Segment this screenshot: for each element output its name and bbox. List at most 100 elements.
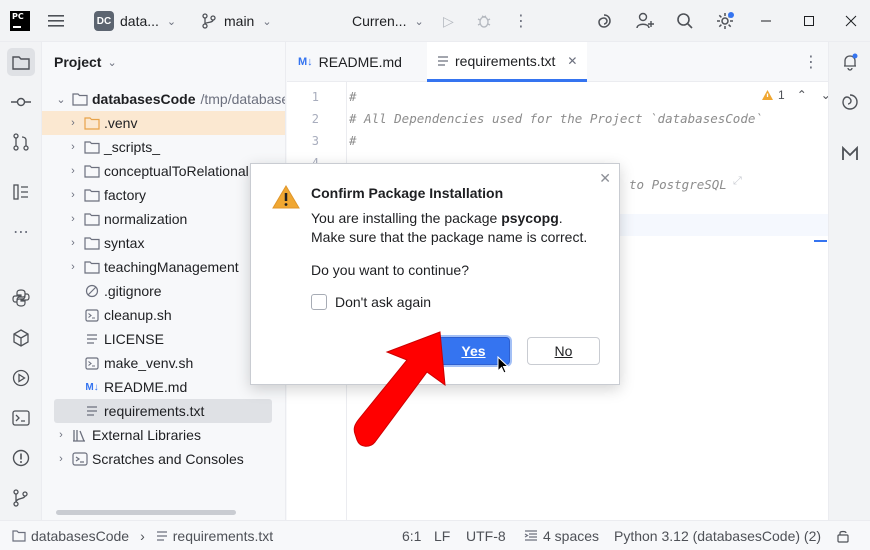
tree-item-label: make_venv.sh bbox=[104, 355, 194, 371]
tree-item-label: normalization bbox=[104, 211, 188, 227]
close-icon[interactable]: ✕ bbox=[599, 170, 611, 187]
folder-icon bbox=[12, 56, 30, 70]
markdown-icon: M↓ bbox=[298, 56, 313, 68]
indent-setting[interactable]: 4 spaces bbox=[524, 521, 599, 550]
tree-item[interactable]: requirements.txt bbox=[54, 399, 272, 423]
warning-count: 1 bbox=[778, 88, 785, 102]
pull-requests-tool-button[interactable] bbox=[7, 128, 35, 156]
branch-name: main bbox=[224, 13, 255, 29]
close-window-button[interactable] bbox=[845, 0, 857, 42]
project-selector[interactable]: DC data... ⌄ bbox=[94, 0, 176, 42]
link-icon: ⤢ bbox=[733, 175, 742, 187]
chevron-right-icon[interactable]: › bbox=[66, 237, 80, 249]
problems-tool-button[interactable] bbox=[7, 444, 35, 472]
chevron-right-icon[interactable]: › bbox=[66, 141, 80, 153]
pull-request-icon bbox=[13, 133, 29, 151]
maximize-button[interactable] bbox=[803, 0, 815, 42]
editor-tabs: M↓ README.md requirements.txt ✕ ⋮ bbox=[287, 42, 828, 82]
version-control-tool-button[interactable] bbox=[7, 484, 35, 512]
chevron-right-icon[interactable]: › bbox=[66, 165, 80, 177]
search-icon[interactable] bbox=[676, 0, 694, 42]
main-menu-button[interactable] bbox=[48, 0, 64, 42]
chevron-down-icon: ⌄ bbox=[166, 15, 177, 28]
services-icon bbox=[12, 369, 30, 387]
chevron-down-icon[interactable]: ⌄ bbox=[54, 93, 68, 106]
code-line[interactable]: # bbox=[349, 89, 357, 104]
settings-icon[interactable] bbox=[715, 0, 735, 42]
more-actions-icon[interactable]: ⋮ bbox=[513, 0, 529, 42]
code-line[interactable]: # bbox=[349, 133, 357, 148]
chevron-right-icon[interactable]: › bbox=[54, 429, 68, 441]
tab-readme[interactable]: M↓ README.md bbox=[288, 42, 412, 82]
warning-icon bbox=[762, 90, 773, 100]
checkbox-box[interactable] bbox=[311, 294, 327, 310]
debug-icon[interactable] bbox=[476, 0, 492, 42]
services-tool-button[interactable] bbox=[7, 364, 35, 392]
tab-requirements[interactable]: requirements.txt ✕ bbox=[427, 42, 588, 82]
chevron-right-icon[interactable]: › bbox=[66, 117, 80, 129]
title-bar: PC DC data... ⌄ main ⌄ Curren... ⌄ ▷ ⋮ bbox=[0, 0, 870, 42]
ai-chat-tool-button[interactable] bbox=[836, 88, 864, 116]
python-console-tool-button[interactable] bbox=[7, 324, 35, 352]
ide-window: PC DC data... ⌄ main ⌄ Curren... ⌄ ▷ ⋮ ⋯… bbox=[0, 0, 870, 550]
root-folder-path: /tmp/database bbox=[200, 91, 286, 107]
message-suffix: . bbox=[558, 210, 563, 226]
chevron-right-icon[interactable]: › bbox=[66, 261, 80, 273]
ignore-file-icon bbox=[84, 283, 100, 299]
code-line[interactable]: # All Dependencies used for the Project … bbox=[349, 111, 763, 126]
close-tab-icon[interactable]: ✕ bbox=[567, 54, 577, 68]
interpreter-selector[interactable]: Python 3.12 (databasesCode) (2) bbox=[614, 521, 821, 550]
more-tools-icon[interactable]: ⋯ bbox=[7, 218, 35, 246]
project-panel-header[interactable]: Project ⌄ bbox=[54, 54, 117, 70]
chevron-down-icon: ⌄ bbox=[262, 15, 272, 28]
tree-item-scratches[interactable]: › Scratches and Consoles bbox=[54, 447, 244, 471]
python-packages-tool-button[interactable] bbox=[7, 284, 35, 312]
tree-root[interactable]: ⌄ databasesCode /tmp/database bbox=[54, 87, 286, 111]
breadcrumb-file[interactable]: requirements.txt bbox=[173, 528, 273, 544]
horizontal-scrollbar[interactable] bbox=[56, 510, 236, 515]
chevron-right-icon[interactable]: › bbox=[66, 213, 80, 225]
code-line-partial[interactable]: to PostgreSQL bbox=[629, 177, 727, 192]
line-number: 3 bbox=[311, 134, 319, 148]
tab-options-icon[interactable]: ⋮ bbox=[793, 42, 829, 82]
bell-icon bbox=[844, 53, 858, 71]
lock-icon[interactable] bbox=[836, 521, 850, 550]
tree-item-external-libraries[interactable]: › External Libraries bbox=[54, 423, 201, 447]
dont-ask-checkbox[interactable]: Don't ask again bbox=[311, 294, 431, 310]
commit-tool-button[interactable] bbox=[7, 88, 35, 116]
markdown-tool-button[interactable] bbox=[836, 140, 864, 168]
tree-item[interactable]: › .venv bbox=[42, 111, 285, 135]
run-icon[interactable]: ▷ bbox=[443, 0, 454, 42]
caret-position[interactable]: 6:1 bbox=[402, 521, 421, 550]
line-separator[interactable]: LF bbox=[434, 521, 450, 550]
breadcrumb-root[interactable]: databasesCode bbox=[31, 528, 129, 544]
chevron-right-icon[interactable]: › bbox=[66, 189, 80, 201]
branch-selector[interactable]: main ⌄ bbox=[202, 0, 272, 42]
inspection-widget[interactable]: 1 ⌃ ⌄ bbox=[761, 88, 831, 102]
status-bar: databasesCode › requirements.txt 6:1 LF … bbox=[0, 520, 870, 550]
add-user-icon[interactable] bbox=[635, 0, 655, 42]
chevron-right-icon[interactable]: › bbox=[54, 453, 68, 465]
tree-item[interactable]: › _scripts_ bbox=[42, 135, 285, 159]
chevron-down-icon: ⌄ bbox=[414, 15, 424, 28]
no-button[interactable]: No bbox=[527, 337, 600, 365]
structure-tool-button[interactable] bbox=[7, 178, 35, 206]
terminal-icon bbox=[12, 410, 30, 426]
project-name: data... bbox=[120, 13, 159, 29]
file-encoding[interactable]: UTF-8 bbox=[466, 521, 506, 550]
library-icon bbox=[72, 427, 88, 443]
project-tool-button[interactable] bbox=[7, 48, 35, 76]
ai-chat-icon bbox=[842, 94, 858, 110]
project-panel-title: Project bbox=[54, 54, 102, 70]
app-logo[interactable]: PC bbox=[10, 11, 30, 31]
terminal-tool-button[interactable] bbox=[7, 404, 35, 432]
tree-item-label: README.md bbox=[104, 379, 188, 395]
chevron-up-icon[interactable]: ⌃ bbox=[797, 88, 807, 102]
run-config-selector[interactable]: Curren... ⌄ bbox=[352, 0, 424, 42]
folder-icon bbox=[84, 235, 100, 251]
minimize-button[interactable] bbox=[760, 0, 772, 42]
notifications-tool-button[interactable] bbox=[836, 48, 864, 76]
tree-item-label: teachingManagement bbox=[104, 259, 239, 275]
shell-script-icon bbox=[84, 355, 100, 371]
ai-assistant-icon[interactable] bbox=[595, 0, 613, 42]
